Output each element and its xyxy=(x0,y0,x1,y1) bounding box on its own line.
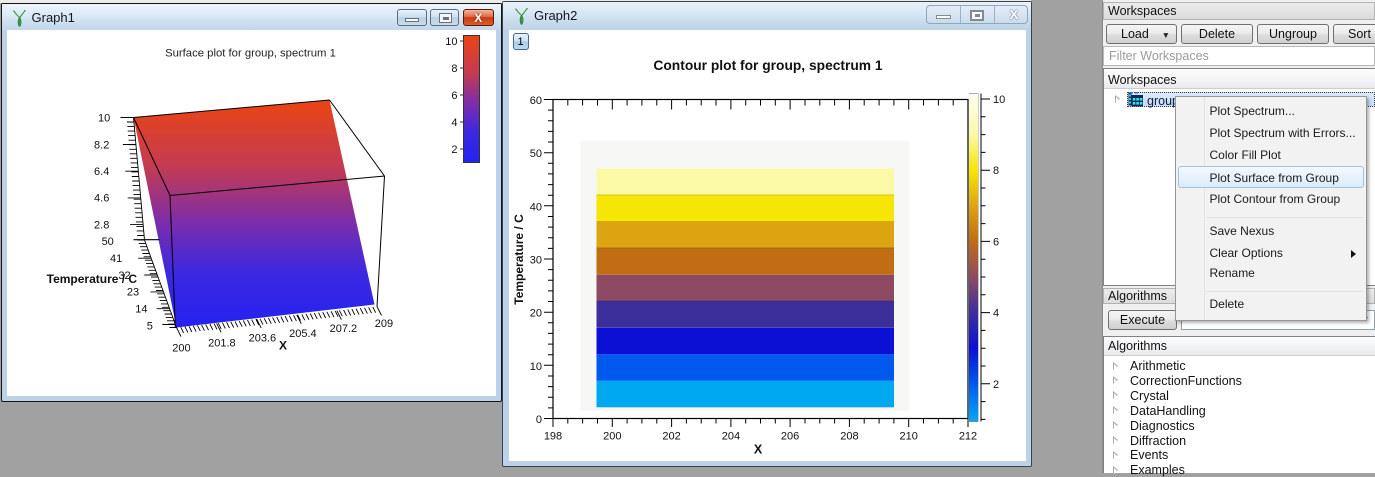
svg-text:41: 41 xyxy=(110,253,122,265)
svg-text:200: 200 xyxy=(603,431,621,443)
svg-text:198: 198 xyxy=(543,431,561,443)
svg-text:202: 202 xyxy=(662,431,680,443)
svg-text:8: 8 xyxy=(451,63,457,75)
svg-text:212: 212 xyxy=(958,431,976,443)
svg-text:2: 2 xyxy=(451,144,457,156)
svg-text:205.4: 205.4 xyxy=(289,327,317,339)
svg-text:204: 204 xyxy=(721,431,739,443)
svg-text:200: 200 xyxy=(172,342,190,354)
svg-text:X: X xyxy=(279,338,287,352)
svg-text:50: 50 xyxy=(102,236,114,248)
svg-text:203.6: 203.6 xyxy=(249,332,277,344)
svg-text:207.2: 207.2 xyxy=(330,322,358,334)
svg-text:4: 4 xyxy=(451,117,457,129)
svg-text:Surface plot for group, spectr: Surface plot for group, spectrum 1 xyxy=(165,47,336,59)
svg-text:14: 14 xyxy=(135,303,147,315)
svg-text:4: 4 xyxy=(993,308,999,320)
svg-text:6: 6 xyxy=(993,236,999,248)
svg-text:4.6: 4.6 xyxy=(94,192,109,204)
svg-text:20: 20 xyxy=(529,308,541,320)
svg-text:Contour plot for group, spectr: Contour plot for group, spectrum 1 xyxy=(653,58,882,73)
svg-text:8: 8 xyxy=(993,165,999,177)
svg-text:60: 60 xyxy=(529,95,541,107)
svg-text:8.2: 8.2 xyxy=(94,139,109,151)
svg-text:50: 50 xyxy=(529,148,541,160)
svg-text:X: X xyxy=(753,443,762,457)
svg-text:209: 209 xyxy=(375,318,393,330)
svg-text:206: 206 xyxy=(780,431,798,443)
svg-text:30: 30 xyxy=(529,255,541,267)
svg-text:201.8: 201.8 xyxy=(208,337,236,349)
svg-text:210: 210 xyxy=(899,431,917,443)
svg-text:23: 23 xyxy=(127,286,139,298)
svg-text:2.8: 2.8 xyxy=(94,219,109,231)
svg-text:6: 6 xyxy=(451,90,457,102)
svg-text:Temperature / C: Temperature / C xyxy=(512,214,526,305)
svg-text:208: 208 xyxy=(840,431,858,443)
svg-text:10: 10 xyxy=(98,112,110,124)
svg-text:10: 10 xyxy=(445,36,457,48)
svg-text:5: 5 xyxy=(147,320,153,332)
svg-text:40: 40 xyxy=(529,201,541,213)
svg-text:2: 2 xyxy=(993,379,999,391)
svg-text:6.4: 6.4 xyxy=(94,166,109,178)
svg-text:Temperature / C: Temperature / C xyxy=(47,272,138,286)
svg-text:10: 10 xyxy=(993,94,1005,106)
svg-text:0: 0 xyxy=(535,414,541,426)
svg-text:10: 10 xyxy=(529,361,541,373)
